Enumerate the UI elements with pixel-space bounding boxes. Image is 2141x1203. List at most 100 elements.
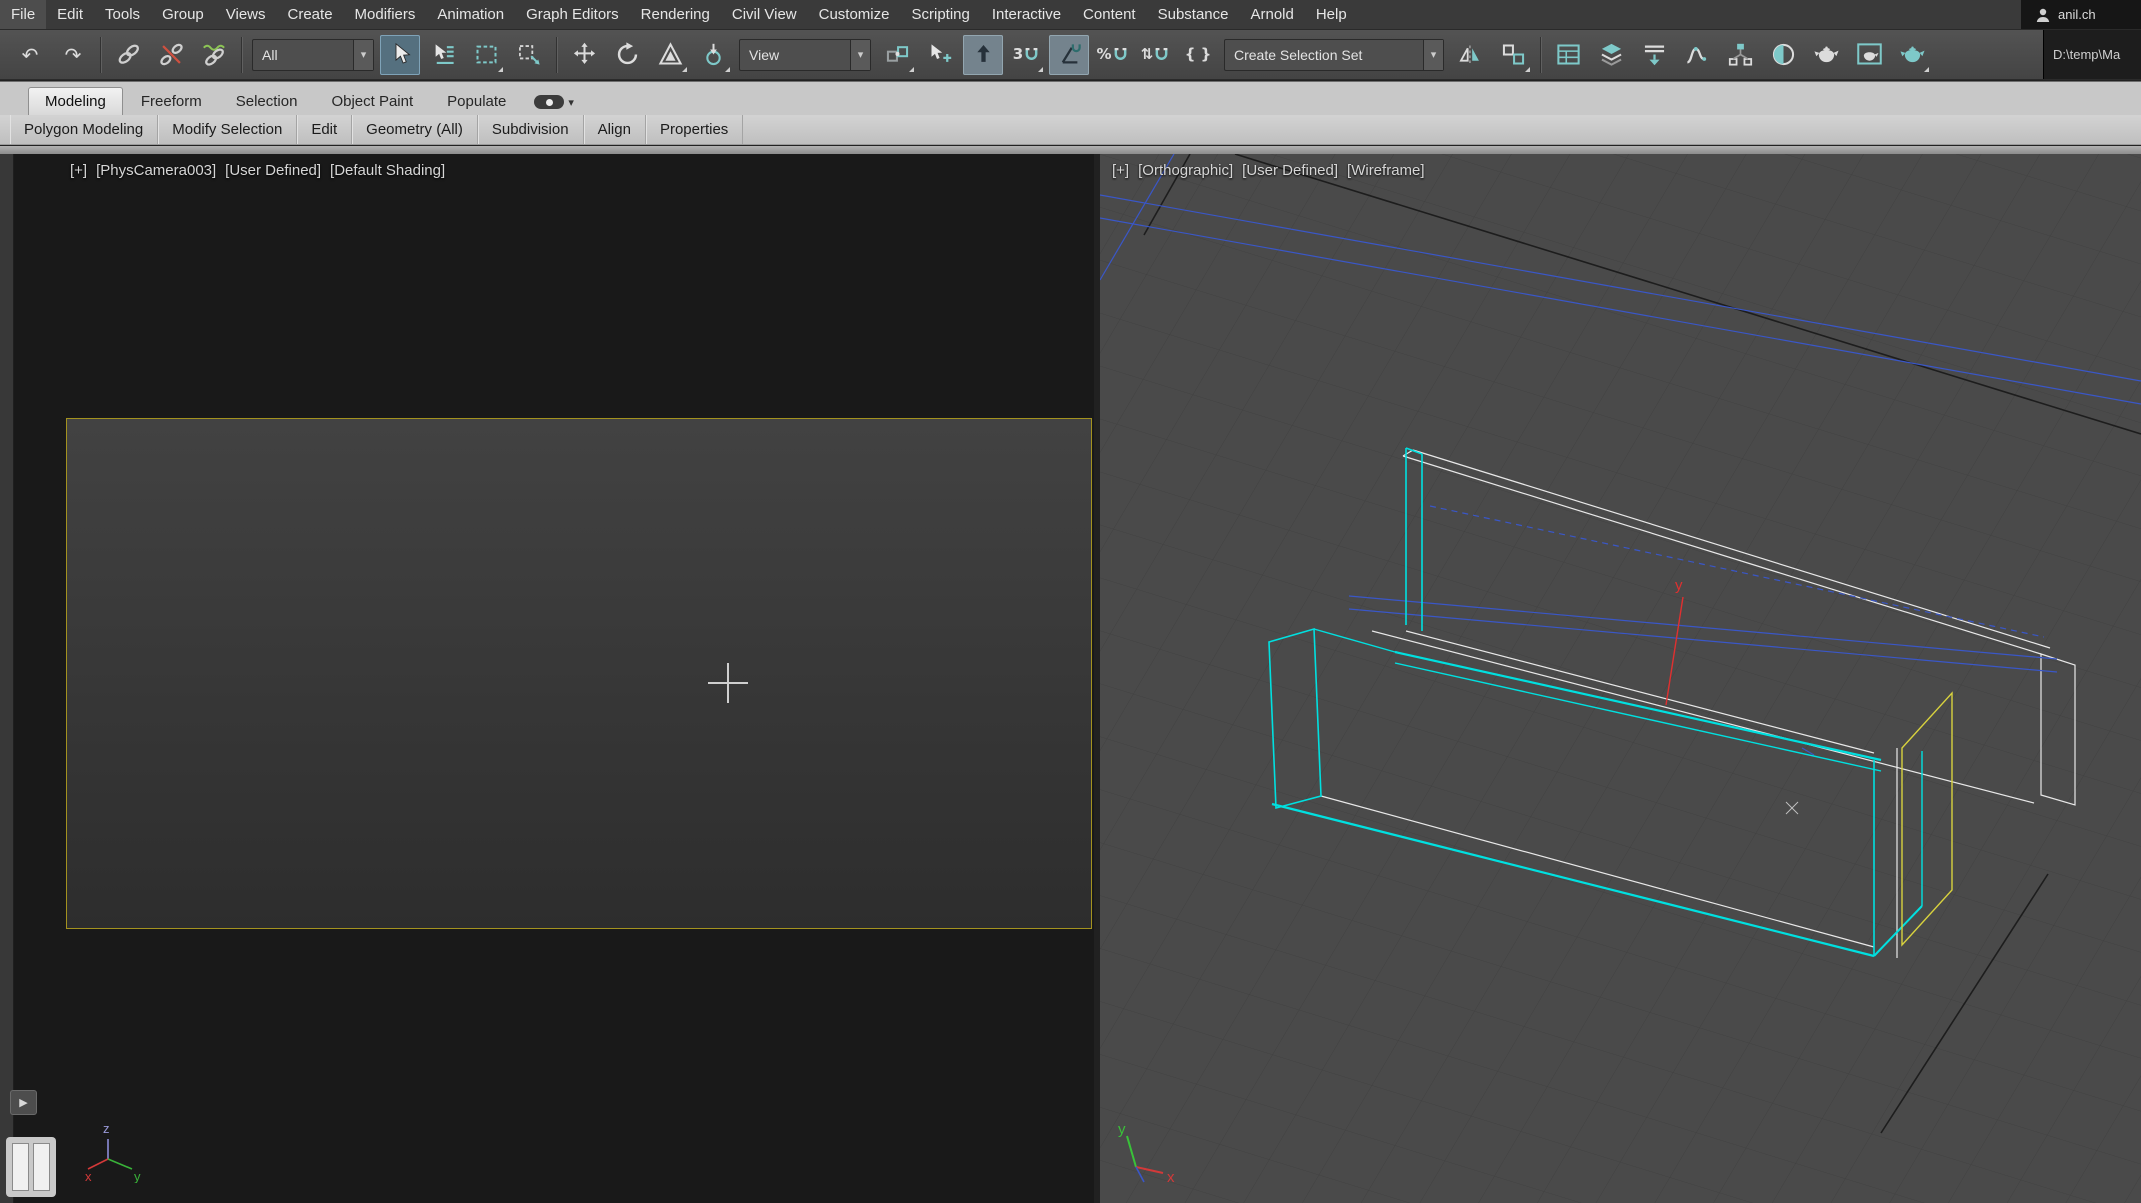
panel-edit[interactable]: Edit: [297, 115, 352, 144]
snaps-toggle-3d-button[interactable]: 3: [1006, 35, 1046, 75]
project-path-field: D:\temp\Ma: [2043, 30, 2141, 79]
ribbon-panel-bar: Polygon Modeling Modify Selection Edit G…: [0, 115, 2141, 145]
select-and-manipulate-button[interactable]: [920, 35, 960, 75]
magnet-icon: [1113, 47, 1128, 62]
align-button[interactable]: [1493, 35, 1533, 75]
menu-item-substance[interactable]: Substance: [1147, 0, 1240, 29]
ribbon-tab-modeling[interactable]: Modeling: [28, 87, 123, 115]
menu-item-help[interactable]: Help: [1305, 0, 1358, 29]
spinner-snap-toggle[interactable]: ⇅: [1135, 35, 1175, 75]
toggle-scene-explorer-button[interactable]: [1548, 35, 1588, 75]
rendered-frame-window-button[interactable]: [1849, 35, 1889, 75]
render-setup-button[interactable]: [1806, 35, 1846, 75]
unlink-selection-button[interactable]: [151, 35, 191, 75]
manipulate-icon: [927, 41, 954, 68]
menu-item-interactive[interactable]: Interactive: [981, 0, 1072, 29]
edit-named-selection-sets-button[interactable]: { }: [1178, 35, 1218, 75]
bind-to-space-warp-button[interactable]: [194, 35, 234, 75]
viewport-menu-pov[interactable]: [Orthographic]: [1138, 162, 1233, 179]
schematic-view-button[interactable]: [1720, 35, 1760, 75]
ribbon-tab-object-paint[interactable]: Object Paint: [315, 88, 429, 115]
menu-item-modifiers[interactable]: Modifiers: [344, 0, 427, 29]
user-account-button[interactable]: anil.ch: [2021, 0, 2141, 29]
viewport-menu-pov[interactable]: [PhysCamera003]: [96, 162, 216, 179]
menu-item-animation[interactable]: Animation: [426, 0, 515, 29]
ribbon-config-button[interactable]: ▾: [534, 95, 574, 109]
menu-item-graph-editors[interactable]: Graph Editors: [515, 0, 630, 29]
viewport-menu-shading[interactable]: [Default Shading]: [330, 162, 445, 179]
mirror-button[interactable]: [1450, 35, 1490, 75]
select-object-button[interactable]: [380, 35, 420, 75]
select-and-move-button[interactable]: [564, 35, 604, 75]
use-pivot-point-center-button[interactable]: [877, 35, 917, 75]
render-production-button[interactable]: [1892, 35, 1932, 75]
menu-item-edit[interactable]: Edit: [46, 0, 94, 29]
undo-button[interactable]: ↶: [10, 35, 50, 75]
ribbon-config-icon: [534, 95, 564, 109]
panel-subdivision[interactable]: Subdivision: [478, 115, 584, 144]
viewport-camera[interactable]: [+] [PhysCamera003] [User Defined] [Defa…: [14, 154, 1094, 1203]
menu-item-views[interactable]: Views: [215, 0, 277, 29]
viewport-menu-general[interactable]: [+]: [1112, 162, 1129, 179]
toggle-ribbon-button[interactable]: [1634, 35, 1674, 75]
reference-coordinate-dropdown[interactable]: View ▾: [739, 39, 871, 71]
chevron-down-icon: ▾: [568, 96, 574, 109]
panel-geometry-all[interactable]: Geometry (All): [352, 115, 478, 144]
collapsed-side-rail: [0, 154, 14, 1203]
panel-align[interactable]: Align: [584, 115, 646, 144]
ribbon-tab-bar: Modeling Freeform Selection Object Paint…: [0, 81, 2141, 115]
teapot-icon: [1813, 41, 1840, 68]
viewport-layout-button[interactable]: [6, 1137, 56, 1197]
menu-item-file[interactable]: File: [0, 0, 46, 29]
crosshair-cursor: [727, 663, 729, 703]
material-editor-button[interactable]: [1763, 35, 1803, 75]
ribbon-tab-freeform[interactable]: Freeform: [125, 88, 218, 115]
window-crossing-toggle[interactable]: [509, 35, 549, 75]
expand-panel-button[interactable]: ▶: [10, 1090, 37, 1115]
ribbon-tab-populate[interactable]: Populate: [431, 88, 522, 115]
panel-properties[interactable]: Properties: [646, 115, 743, 144]
menu-item-group[interactable]: Group: [151, 0, 215, 29]
user-icon: [2035, 7, 2051, 23]
select-and-rotate-button[interactable]: [607, 35, 647, 75]
panel-modify-selection[interactable]: Modify Selection: [158, 115, 297, 144]
chevron-down-icon: ▾: [850, 40, 870, 70]
select-by-name-button[interactable]: [423, 35, 463, 75]
select-and-link-button[interactable]: [108, 35, 148, 75]
angle-snap-toggle[interactable]: [1049, 35, 1089, 75]
keyboard-shortcut-override-toggle[interactable]: [963, 35, 1003, 75]
selection-filter-dropdown[interactable]: All ▾: [252, 39, 374, 71]
viewport-menu-general[interactable]: [+]: [70, 162, 87, 179]
named-selection-set-dropdown[interactable]: Create Selection Set ▾: [1224, 39, 1444, 71]
selection-filter-value: All: [253, 47, 353, 63]
right-arrow-icon: ▶: [19, 1096, 27, 1109]
percent-snap-toggle[interactable]: %: [1092, 35, 1132, 75]
spinner-arrows-label: ⇅: [1141, 47, 1154, 62]
view-orthographic[interactable]: y y x [+] [Orthographic] [User D: [1100, 154, 2141, 1203]
ribbon-tab-selection[interactable]: Selection: [220, 88, 314, 115]
menu-item-tools[interactable]: Tools: [94, 0, 151, 29]
redo-button[interactable]: ↷: [53, 35, 93, 75]
select-and-scale-button[interactable]: [650, 35, 690, 75]
menu-item-civil-view[interactable]: Civil View: [721, 0, 808, 29]
menu-item-scripting[interactable]: Scripting: [900, 0, 980, 29]
viewport-menu-shading[interactable]: [Wireframe]: [1347, 162, 1425, 179]
menu-item-arnold[interactable]: Arnold: [1239, 0, 1304, 29]
selection-region-button[interactable]: [466, 35, 506, 75]
reference-coordinate-value: View: [740, 47, 850, 63]
panel-polygon-modeling[interactable]: Polygon Modeling: [10, 115, 158, 144]
menu-item-rendering[interactable]: Rendering: [630, 0, 721, 29]
menu-item-customize[interactable]: Customize: [808, 0, 901, 29]
viewport-area: [+] [PhysCamera003] [User Defined] [Defa…: [0, 154, 2141, 1203]
viewport-menu-per-view[interactable]: [User Defined]: [1242, 162, 1338, 179]
menu-item-content[interactable]: Content: [1072, 0, 1147, 29]
snap-three-label: 3: [1013, 47, 1023, 62]
curve-editor-button[interactable]: [1677, 35, 1717, 75]
toggle-layer-explorer-button[interactable]: [1591, 35, 1631, 75]
viewport-menu-per-view[interactable]: [User Defined]: [225, 162, 321, 179]
magnet-icon: [1024, 47, 1039, 62]
axis-x-label: x: [1167, 1169, 1175, 1186]
magnet-icon: [1154, 47, 1169, 62]
menu-item-create[interactable]: Create: [277, 0, 344, 29]
select-and-place-button[interactable]: [693, 35, 733, 75]
